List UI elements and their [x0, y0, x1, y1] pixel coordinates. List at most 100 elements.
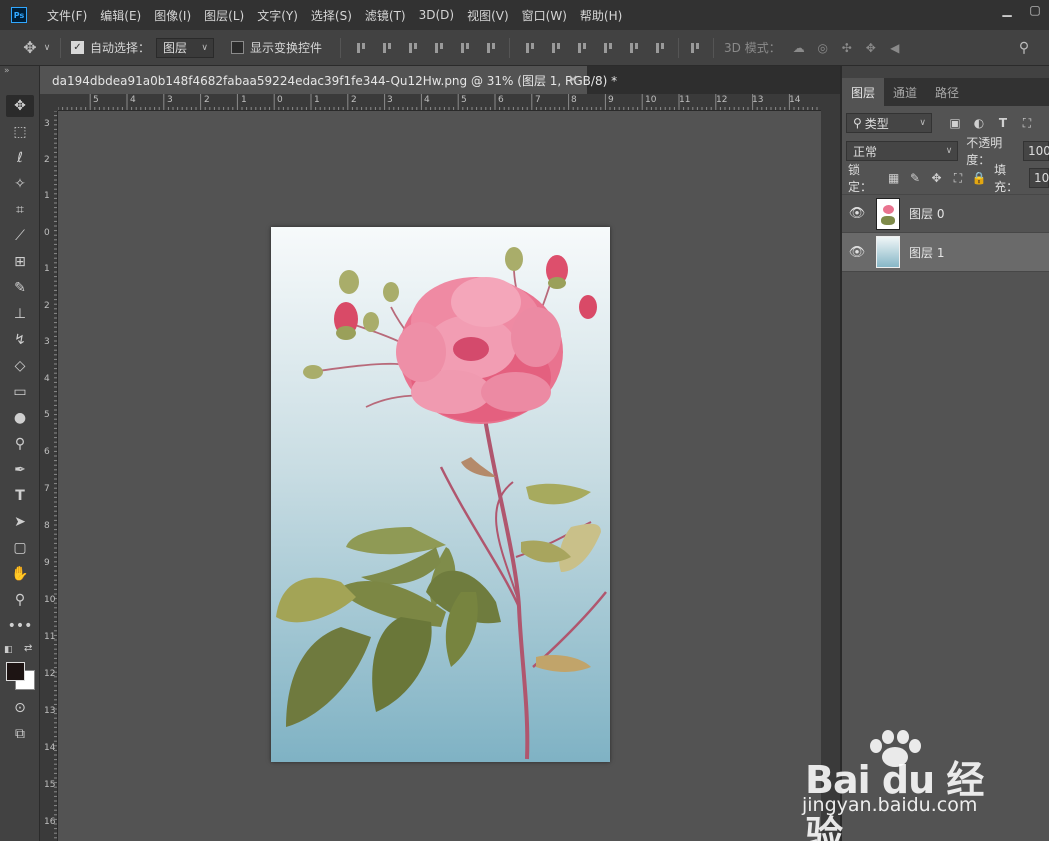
- layer-filter-dropdown[interactable]: ⚲ 类型 ∨: [846, 113, 932, 133]
- brush-tool-icon[interactable]: ✎: [6, 277, 34, 299]
- document-canvas[interactable]: [271, 227, 610, 762]
- healing-brush-tool-icon[interactable]: ⊞: [6, 251, 34, 273]
- lock-transparent-icon[interactable]: ▦: [885, 169, 902, 187]
- align-vcenter-icon[interactable]: [381, 42, 393, 54]
- marquee-tool-icon[interactable]: ⬚: [6, 121, 34, 143]
- search-icon[interactable]: ⚲: [1016, 40, 1032, 56]
- menu-3d[interactable]: 3D(D): [419, 8, 454, 22]
- menu-edit[interactable]: 编辑(E): [100, 7, 141, 24]
- menu-help[interactable]: 帮助(H): [580, 7, 622, 24]
- foreground-color-swatch[interactable]: [6, 662, 25, 681]
- distribute-hcenter-icon[interactable]: [628, 42, 640, 54]
- show-transform-checkbox[interactable]: [231, 41, 245, 54]
- move-tool-icon[interactable]: ✥: [20, 38, 40, 57]
- 3d-pan-icon[interactable]: ✣: [839, 41, 855, 55]
- tools-panel: » ✥ ⬚ ℓ ✧ ⌗ ⟋ ⊞ ✎ ⊥ ↯ ◇ ▭ ● ⚲ ✒ T ➤ ▢ ✋ …: [0, 66, 40, 841]
- default-colors-icon[interactable]: ◧: [4, 645, 13, 655]
- restore-button[interactable]: ▢: [1021, 0, 1049, 20]
- visibility-eye-icon[interactable]: 👁: [842, 206, 872, 221]
- collapse-icon[interactable]: »: [4, 66, 10, 76]
- menu-image[interactable]: 图像(I): [154, 7, 191, 24]
- 3d-slide-icon[interactable]: ✥: [863, 41, 879, 55]
- zoom-tool-icon[interactable]: ⚲: [6, 589, 34, 611]
- rose-thumbnail-icon: [883, 204, 894, 214]
- 3d-scale-icon[interactable]: ◀: [887, 41, 903, 55]
- distribute-left-icon[interactable]: [602, 42, 614, 54]
- menu-layer[interactable]: 图层(L): [204, 7, 244, 24]
- auto-select-dropdown[interactable]: 图层 ∨: [156, 37, 215, 58]
- shape-tool-icon[interactable]: ▢: [6, 537, 34, 559]
- screen-mode-icon[interactable]: ⧉: [6, 723, 34, 745]
- layer-name[interactable]: 图层 1: [909, 244, 944, 261]
- vertical-scrollbar[interactable]: [821, 94, 840, 841]
- magic-wand-tool-icon[interactable]: ✧: [6, 173, 34, 195]
- vertical-ruler[interactable]: 3 2 1 0 1 2 3 4 5 6 7 8 9 10 11 12 13 14…: [40, 111, 58, 841]
- layer-name[interactable]: 图层 0: [909, 205, 944, 222]
- distribute-right-icon[interactable]: [654, 42, 666, 54]
- menu-filter[interactable]: 滤镜(T): [365, 7, 406, 24]
- ruler-corner[interactable]: [40, 94, 58, 111]
- horizontal-ruler[interactable]: 5 4 3 2 1 0 1 2 3 4 5 6 7 8 9 10 11 12 1…: [58, 94, 821, 111]
- align-right-icon[interactable]: [485, 42, 497, 54]
- 3d-roll-icon[interactable]: ◎: [815, 41, 831, 55]
- auto-select-checkbox[interactable]: ✓: [71, 41, 84, 54]
- align-hcenter-icon[interactable]: [459, 42, 471, 54]
- blend-mode-dropdown[interactable]: 正常 ∨: [846, 141, 959, 161]
- stamp-tool-icon[interactable]: ⊥: [6, 303, 34, 325]
- distribute-top-icon[interactable]: [524, 42, 536, 54]
- swap-colors-icon[interactable]: ⇄: [24, 643, 32, 654]
- type-tool-icon[interactable]: T: [6, 485, 34, 507]
- more-tools-icon[interactable]: •••: [6, 615, 34, 637]
- blur-tool-icon[interactable]: ●: [6, 407, 34, 429]
- visibility-eye-icon[interactable]: 👁: [842, 245, 872, 260]
- lock-position-icon[interactable]: ✥: [928, 169, 945, 187]
- distribute-bottom-icon[interactable]: [576, 42, 588, 54]
- close-tab-icon[interactable]: ×: [568, 72, 578, 86]
- eyedropper-tool-icon[interactable]: ⟋: [6, 225, 34, 247]
- dodge-tool-icon[interactable]: ⚲: [6, 433, 34, 455]
- move-tool-icon[interactable]: ✥: [6, 95, 34, 117]
- align-bottom-icon[interactable]: [407, 42, 419, 54]
- tab-paths[interactable]: 路径: [926, 78, 968, 106]
- lock-image-icon[interactable]: ✎: [906, 169, 923, 187]
- ruler-tick-label: 7: [535, 95, 541, 105]
- lasso-tool-icon[interactable]: ℓ: [6, 147, 34, 169]
- minimize-button[interactable]: ▁: [993, 0, 1021, 20]
- pen-tool-icon[interactable]: ✒: [6, 459, 34, 481]
- align-left-icon[interactable]: [433, 42, 445, 54]
- align-top-icon[interactable]: [355, 42, 367, 54]
- baidu-watermark: Bai du 经验 jingyan.baidu.com: [800, 730, 1020, 841]
- gradient-tool-icon[interactable]: ▭: [6, 381, 34, 403]
- distribute-vcenter-icon[interactable]: [550, 42, 562, 54]
- path-selection-tool-icon[interactable]: ➤: [6, 511, 34, 533]
- ruler-tick-label: 2: [44, 155, 50, 165]
- tab-channels[interactable]: 通道: [884, 78, 926, 106]
- 3d-orbit-icon[interactable]: ☁: [791, 41, 807, 55]
- quick-mask-icon[interactable]: ⊙: [6, 697, 34, 719]
- document-tab[interactable]: da194dbdea91a0b148f4682fabaa59224edac39f…: [40, 66, 617, 94]
- menu-view[interactable]: 视图(V): [467, 7, 509, 24]
- history-brush-tool-icon[interactable]: ↯: [6, 329, 34, 351]
- lock-artboard-icon[interactable]: ⛶: [949, 169, 966, 187]
- type-filter-icon[interactable]: T: [994, 114, 1012, 132]
- shape-filter-icon[interactable]: ⛶: [1018, 114, 1036, 132]
- menu-select[interactable]: 选择(S): [311, 7, 352, 24]
- tab-layers[interactable]: 图层: [842, 78, 885, 106]
- lock-all-icon[interactable]: 🔒: [971, 169, 988, 187]
- fill-input[interactable]: 100: [1028, 168, 1049, 188]
- adjustment-filter-icon[interactable]: ◐: [970, 114, 988, 132]
- menu-window[interactable]: 窗口(W): [522, 7, 567, 24]
- layer-row[interactable]: 👁 图层 1: [842, 233, 1049, 272]
- image-filter-icon[interactable]: ▣: [946, 114, 964, 132]
- auto-align-icon[interactable]: [689, 42, 701, 54]
- ruler-tick-label: 4: [424, 95, 430, 105]
- opacity-input[interactable]: 100: [1023, 141, 1049, 161]
- eraser-tool-icon[interactable]: ◇: [6, 355, 34, 377]
- layer-row[interactable]: 👁 图层 0: [842, 194, 1049, 233]
- chevron-down-icon[interactable]: ∨: [40, 43, 54, 53]
- menu-file[interactable]: 文件(F): [47, 7, 87, 24]
- hand-tool-icon[interactable]: ✋: [6, 563, 34, 585]
- crop-tool-icon[interactable]: ⌗: [6, 199, 34, 221]
- menu-type[interactable]: 文字(Y): [257, 7, 298, 24]
- menu-bar: Ps 文件(F) 编辑(E) 图像(I) 图层(L) 文字(Y) 选择(S) 滤…: [0, 0, 1049, 30]
